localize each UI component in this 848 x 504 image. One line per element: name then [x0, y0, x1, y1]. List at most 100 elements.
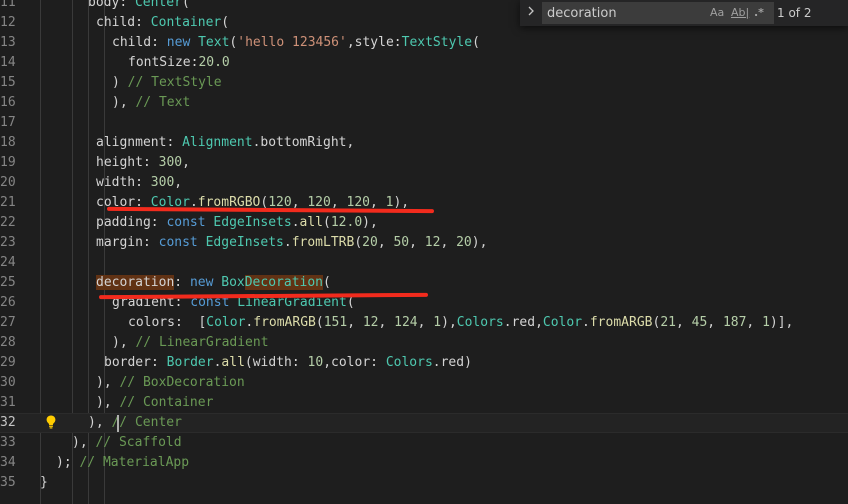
code-token: ),: [393, 195, 410, 210]
code-line[interactable]: 35}: [0, 473, 848, 493]
line-number: 24: [0, 255, 16, 270]
code-token: (: [244, 355, 253, 370]
code-text: colors: [Color.fromARGB(151, 12, 124, 1)…: [128, 313, 793, 333]
code-line[interactable]: 31), // Container: [0, 393, 848, 413]
code-token: 10: [307, 355, 324, 370]
code-token: ),: [88, 415, 112, 430]
line-number: 25: [0, 275, 16, 290]
code-token: margin: [96, 235, 143, 250]
code-line[interactable]: 22 padding: const EdgeInsets.all(12.0),: [0, 213, 848, 233]
code-token: :: [370, 355, 386, 370]
code-line[interactable]: 27 colors: [Color.fromARGB(151, 12, 124, …: [0, 313, 848, 333]
code-line[interactable]: 32), // Center: [0, 413, 848, 433]
code-line[interactable]: 14 fontSize:20.0: [0, 53, 848, 73]
line-number: 32: [0, 415, 16, 430]
code-token: 20.0: [198, 55, 230, 70]
code-token: );: [56, 455, 80, 470]
match-count: 1 of 2: [777, 6, 812, 20]
code-token: ,: [675, 315, 692, 330]
code-token: ): [464, 355, 472, 370]
code-token: // Container: [119, 395, 214, 410]
lightbulb-icon[interactable]: [46, 415, 56, 429]
code-line[interactable]: 34); // MaterialApp: [0, 453, 848, 473]
match-whole-word-toggle[interactable]: Ab|: [731, 5, 749, 21]
code-text: ), // Scaffold: [72, 433, 182, 453]
code-line[interactable]: 29 border: Border. all(width: 10,color: Co…: [0, 353, 848, 373]
code-line[interactable]: 17: [0, 113, 848, 133]
line-number: 14: [0, 55, 16, 70]
line-number: 30: [0, 375, 16, 390]
code-token: .: [432, 355, 441, 370]
chevron-right-icon[interactable]: [524, 4, 538, 22]
code-token: :: [291, 355, 308, 370]
code-text: }: [40, 473, 48, 493]
code-line[interactable]: 24: [0, 253, 848, 273]
find-widget: Aa Ab| .* 1 of 2: [520, 0, 848, 26]
code-line[interactable]: 28 ), // LinearGradient: [0, 333, 848, 353]
code-token: (: [323, 215, 331, 230]
line-number: 35: [0, 475, 16, 490]
code-token: decoration: [96, 275, 175, 290]
code-token: Color: [542, 315, 583, 330]
code-line[interactable]: 13 child: new Text ('hello 123456',style:T…: [0, 33, 848, 53]
code-token: :: [166, 135, 183, 150]
line-number: 17: [0, 115, 16, 130]
code-line[interactable]: 25 decoration: new BoxDecoration(: [0, 273, 848, 293]
code-line[interactable]: 18 alignment: Alignment.bottomRight,: [0, 133, 848, 153]
code-token: .: [283, 235, 292, 250]
code-token: 187: [722, 315, 747, 330]
code-token: ,: [346, 135, 355, 150]
code-line[interactable]: 16), // Text: [0, 93, 848, 113]
line-number: 15: [0, 75, 16, 90]
code-text: ), // Center: [88, 414, 182, 432]
code-token: padding: [96, 215, 151, 230]
code-text: ), // LinearGradient: [112, 333, 269, 353]
code-line[interactable]: 23 margin: const EdgeInsets.fromLTRB(20, …: [0, 233, 848, 253]
code-token: ,style:: [346, 35, 402, 50]
code-text: body: Center(: [88, 0, 190, 13]
code-token: ),: [362, 215, 378, 230]
code-token: 21: [660, 315, 676, 330]
code-line[interactable]: 33), // Scaffold: [0, 433, 848, 453]
code-line[interactable]: 30), // BoxDecoration: [0, 373, 848, 393]
code-token: // MaterialApp: [79, 455, 190, 470]
code-token: :: [150, 215, 167, 230]
code-text: height: 300,: [96, 153, 190, 173]
code-token: fromARGB: [589, 315, 653, 330]
code-text: margin: const EdgeInsets.fromLTRB(20, 50…: [96, 233, 487, 253]
code-token: const: [158, 235, 198, 250]
code-token: Container: [150, 15, 222, 30]
code-token: Text: [198, 35, 230, 50]
code-token: 1: [762, 315, 770, 330]
line-number: 16: [0, 95, 16, 110]
line-number: 13: [0, 35, 16, 50]
code-editor[interactable]: 11 body: Center(12 child: Container(13 chil…: [0, 0, 848, 504]
line-number: 28: [0, 335, 16, 350]
code-text: ); // MaterialApp: [56, 453, 189, 473]
code-token: Color: [206, 315, 246, 330]
code-text: child: Container(: [96, 13, 229, 33]
code-token: TextStyle: [401, 35, 473, 50]
code-token: fromARGB: [253, 315, 316, 330]
line-number: 31: [0, 395, 16, 410]
code-token: ,: [182, 155, 190, 170]
code-token: // Center: [111, 415, 182, 430]
code-line[interactable]: 19 height: 300,: [0, 153, 848, 173]
code-token: }: [40, 475, 48, 490]
code-token: all: [221, 355, 245, 370]
code-line[interactable]: 20 width: 300,: [0, 173, 848, 193]
code-text: child: new Text ('hello 123456',style:Tex…: [112, 33, 480, 53]
code-token: (: [472, 35, 480, 50]
match-case-toggle[interactable]: Aa: [710, 5, 724, 21]
code-line[interactable]: 15) // TextStyle: [0, 73, 848, 93]
use-regex-toggle[interactable]: .*: [754, 5, 764, 21]
code-token: 300: [158, 155, 183, 170]
code-token: (: [323, 275, 331, 290]
code-token: // LinearGradient: [135, 335, 269, 350]
code-token: height: [96, 155, 143, 170]
code-token: 45: [691, 315, 708, 330]
code-token: :: [119, 0, 135, 10]
code-token: ),: [112, 95, 136, 110]
code-token: .: [503, 315, 512, 330]
code-token: color: [331, 355, 371, 370]
